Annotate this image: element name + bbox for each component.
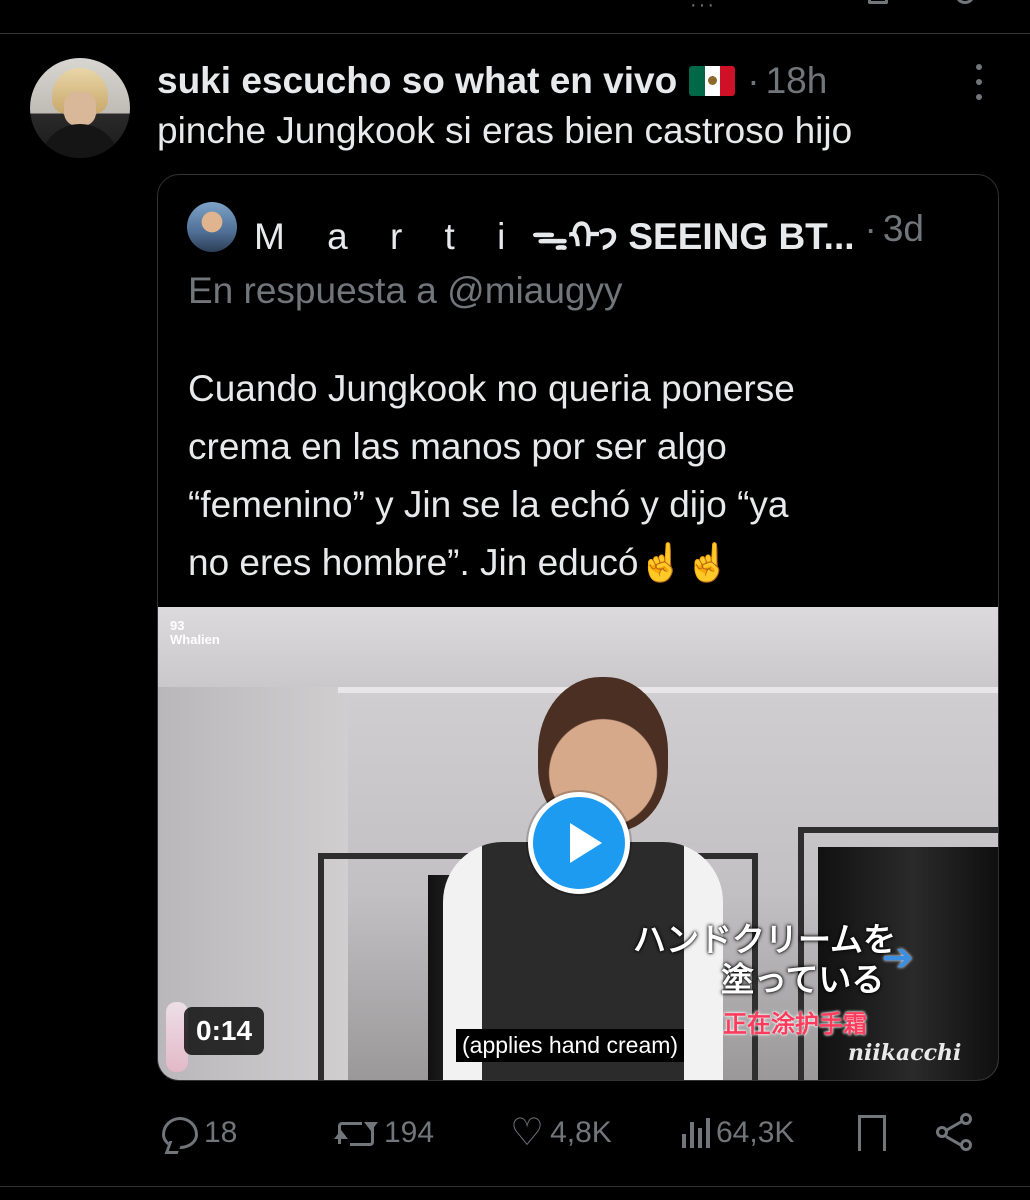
mexico-flag-icon: [689, 66, 736, 96]
video-overlay-text: 塗っている: [721, 961, 885, 998]
like-button[interactable]: ♡ 4,8K: [510, 1105, 612, 1161]
quoted-text-line: crema en las manos por ser algo: [188, 426, 727, 467]
bottom-divider: [0, 1186, 1030, 1187]
repost-icon: [334, 1118, 378, 1148]
repost-button[interactable]: 194: [334, 1105, 434, 1161]
views-count: 64,3K: [716, 1116, 795, 1149]
quoted-separator: ·: [864, 208, 877, 249]
like-count: 4,8K: [550, 1116, 612, 1149]
previous-bookmark-icon[interactable]: [868, 0, 888, 4]
tweet-text: pinche Jungkook si eras bien castroso hi…: [157, 110, 853, 151]
bookmark-icon: [858, 1115, 886, 1153]
author-name[interactable]: suki escucho so what en vivo: [157, 60, 677, 102]
reply-count: 18: [204, 1116, 238, 1149]
quoted-text: Cuando Jungkook no queria ponerse crema …: [188, 360, 978, 592]
tweet-time[interactable]: 18h: [766, 60, 828, 102]
quoted-text-line: no eres hombre”. Jin educó☝️☝️: [188, 542, 731, 583]
tweet-divider: [0, 33, 1030, 34]
quoted-author-avatar: [187, 202, 237, 252]
quoted-text-line: “femenino” y Jin se la echó y dijo “ya: [188, 484, 789, 525]
timeline: ··· suki escucho so what en vivo · 18h p…: [0, 0, 1030, 1200]
quoted-header: M a r t i ᯓᡣ𐭩 SEEING BT... · 3d: [254, 203, 924, 257]
quoted-time: 3d: [882, 208, 924, 249]
previous-views-icon[interactable]: ···: [690, 0, 714, 14]
repost-count: 194: [384, 1116, 435, 1149]
quoted-text-line: Cuando Jungkook no queria ponerse: [188, 368, 795, 409]
reply-context: En respuesta a @miaugyy: [188, 270, 623, 311]
author-avatar[interactable]: [30, 58, 130, 158]
video-caption: (applies hand cream): [456, 1029, 685, 1062]
reply-icon: [162, 1117, 198, 1149]
video-watermark: niikacchi: [848, 1040, 962, 1066]
share-button[interactable]: [936, 1105, 982, 1161]
channel-logo: 93 Whalien: [170, 618, 220, 647]
tweet-header: suki escucho so what en vivo · 18h: [157, 56, 827, 106]
bookmark-button[interactable]: [858, 1105, 892, 1161]
share-icon: [936, 1113, 976, 1153]
previous-tweet-actions: ···: [0, 0, 1030, 14]
reply-button[interactable]: 18: [162, 1105, 237, 1161]
heart-icon: ♡: [510, 1112, 545, 1154]
quoted-tweet[interactable]: M a r t i ᯓᡣ𐭩 SEEING BT... · 3d En respu…: [157, 174, 999, 1081]
quoted-author-name: M a r t i ᯓᡣ𐭩 SEEING BT...: [254, 216, 855, 257]
views-icon: [680, 1118, 710, 1148]
video-duration: 0:14: [184, 1007, 265, 1055]
views-button[interactable]: 64,3K: [680, 1105, 794, 1161]
tweet-separator: ·: [747, 60, 760, 101]
play-icon[interactable]: [528, 792, 630, 894]
video-player[interactable]: 93 Whalien ハンドクリームを 塗っている ➔ 正在涂护手霜 (appl…: [158, 607, 998, 1080]
video-overlay-text: 正在涂护手霜: [723, 1011, 867, 1038]
more-icon[interactable]: [972, 64, 986, 100]
arrow-icon: ➔: [882, 937, 914, 979]
action-bar: 18 194 ♡ 4,8K 64,3K: [0, 1105, 1030, 1161]
previous-share-icon[interactable]: [955, 0, 975, 4]
